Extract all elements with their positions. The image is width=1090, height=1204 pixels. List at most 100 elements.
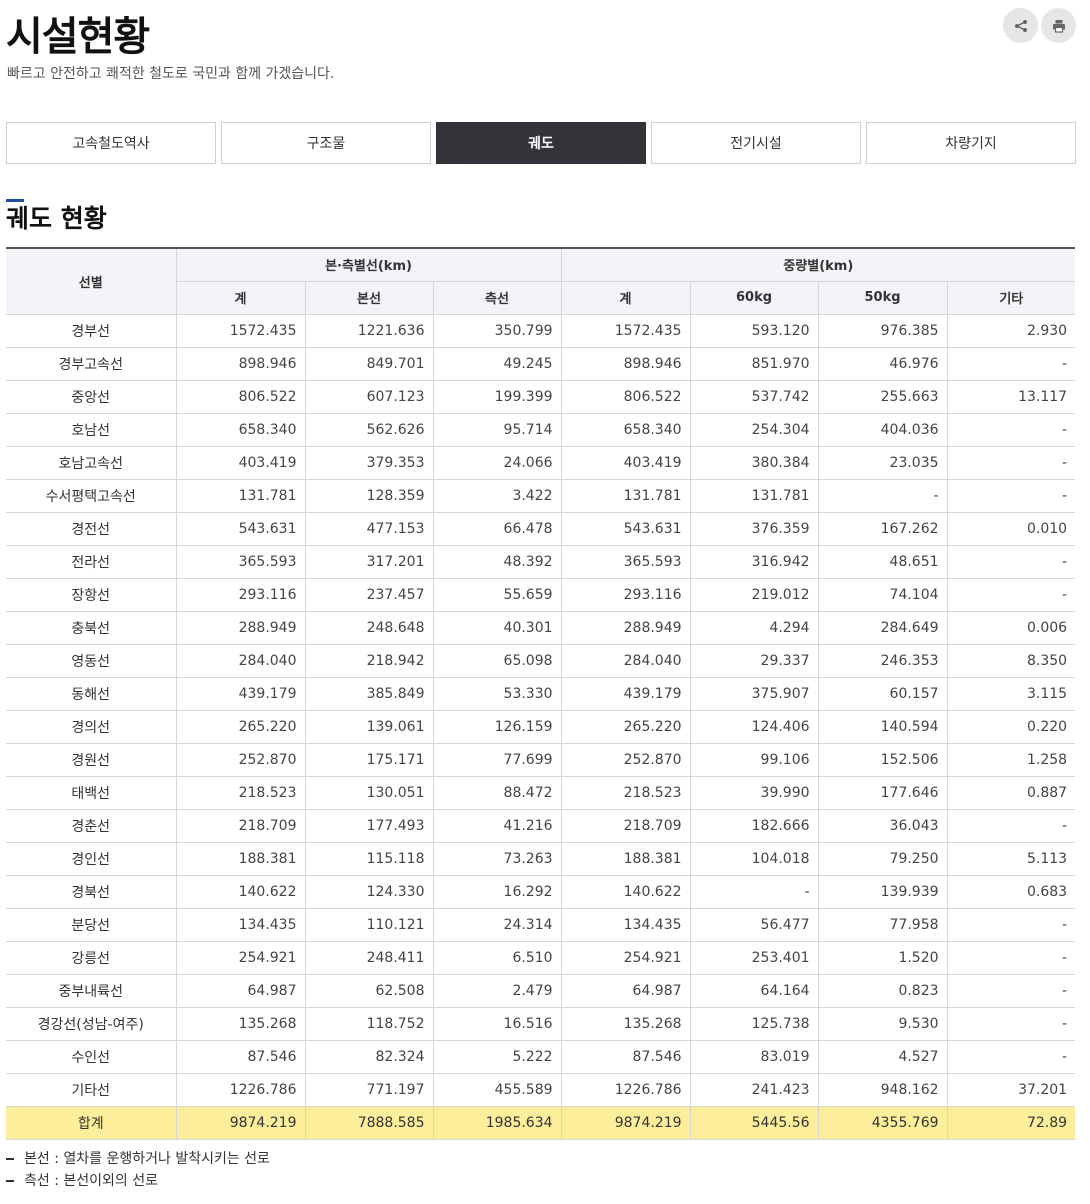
cell-line-name: 수서평택고속선 <box>6 478 177 513</box>
cell-side-length: 3.422 <box>432 478 562 513</box>
cell-main-length: 379.353 <box>304 445 434 480</box>
cell-total-weight: 284.040 <box>560 643 691 678</box>
cell-total-weight: 543.631 <box>560 511 691 546</box>
header-main: 본선 <box>304 280 434 315</box>
tab-structure[interactable]: 구조물 <box>221 122 431 164</box>
table-row: 경의선 265.220 139.061 126.159 265.220 124.406 14… <box>6 709 1076 744</box>
cell-total-length: 543.631 <box>175 511 306 546</box>
section-title: 궤도 현황 <box>6 204 107 233</box>
cell-length-50kg: 60.157 <box>817 676 948 711</box>
total-length-60kg: 5445.56 <box>689 1105 819 1140</box>
cell-total-length: 898.946 <box>175 346 306 381</box>
cell-total-length: 135.268 <box>175 1006 306 1041</box>
header-side: 측선 <box>432 280 562 315</box>
cell-length-other: 2.930 <box>946 313 1076 348</box>
cell-length-60kg: - <box>689 874 819 909</box>
table-row: 중앙선 806.522 607.123 199.399 806.522 537.742 25… <box>6 379 1076 414</box>
cell-line-name: 경원선 <box>6 742 177 777</box>
cell-main-length: 218.942 <box>304 643 434 678</box>
cell-length-other: - <box>946 808 1076 843</box>
cell-main-length: 562.626 <box>304 412 434 447</box>
cell-length-50kg: 0.823 <box>817 973 948 1008</box>
cell-main-length: 248.411 <box>304 940 434 975</box>
cell-line-name: 중앙선 <box>6 379 177 414</box>
cell-main-length: 1221.636 <box>304 313 434 348</box>
table-row: 분당선 134.435 110.121 24.314 134.435 56.477 77.9… <box>6 907 1076 942</box>
cell-total-weight: 265.220 <box>560 709 691 744</box>
cell-length-50kg: 976.385 <box>817 313 948 348</box>
cell-line-name: 경부고속선 <box>6 346 177 381</box>
cell-length-other: 1.258 <box>946 742 1076 777</box>
cell-side-length: 5.222 <box>432 1039 562 1074</box>
cell-line-name: 태백선 <box>6 775 177 810</box>
cell-total-length: 188.381 <box>175 841 306 876</box>
table-row: 장항선 293.116 237.457 55.659 293.116 219.012 74.… <box>6 577 1076 612</box>
cell-total-weight: 87.546 <box>560 1039 691 1074</box>
cell-total-length: 806.522 <box>175 379 306 414</box>
cell-total-weight: 439.179 <box>560 676 691 711</box>
cell-total-weight: 365.593 <box>560 544 691 579</box>
table-row: 호남고속선 403.419 379.353 24.066 403.419 380.384 2… <box>6 445 1076 480</box>
cell-side-length: 126.159 <box>432 709 562 744</box>
header-50kg: 50kg <box>817 280 948 315</box>
table-row: 수인선 87.546 82.324 5.222 87.546 83.019 4.527- <box>6 1039 1076 1074</box>
cell-length-50kg: 404.036 <box>817 412 948 447</box>
cell-line-name: 경인선 <box>6 841 177 876</box>
cell-length-50kg: 4.527 <box>817 1039 948 1074</box>
tab-station[interactable]: 고속철도역사 <box>6 122 216 164</box>
cell-length-60kg: 125.738 <box>689 1006 819 1041</box>
cell-side-length: 6.510 <box>432 940 562 975</box>
cell-length-60kg: 380.384 <box>689 445 819 480</box>
cell-length-50kg: 948.162 <box>817 1072 948 1107</box>
cell-side-length: 40.301 <box>432 610 562 645</box>
cell-side-length: 2.479 <box>432 973 562 1008</box>
cell-length-50kg: 255.663 <box>817 379 948 414</box>
cell-length-other: - <box>946 577 1076 612</box>
cell-side-length: 73.263 <box>432 841 562 876</box>
cell-line-name: 호남고속선 <box>6 445 177 480</box>
cell-line-name: 경강선(성남-여주) <box>6 1006 177 1041</box>
table-row: 경춘선 218.709 177.493 41.216 218.709 182.666 36.… <box>6 808 1076 843</box>
tab-electric[interactable]: 전기시설 <box>651 122 861 164</box>
cell-length-60kg: 182.666 <box>689 808 819 843</box>
cell-length-60kg: 219.012 <box>689 577 819 612</box>
cell-total-weight: 293.116 <box>560 577 691 612</box>
share-button[interactable] <box>1003 8 1038 43</box>
cell-main-length: 177.493 <box>304 808 434 843</box>
cell-total-length: 1226.786 <box>175 1072 306 1107</box>
tab-depot[interactable]: 차량기지 <box>866 122 1076 164</box>
cell-length-60kg: 124.406 <box>689 709 819 744</box>
cell-length-other: 37.201 <box>946 1072 1076 1107</box>
cell-total-weight: 131.781 <box>560 478 691 513</box>
cell-side-length: 199.399 <box>432 379 562 414</box>
cell-length-other: - <box>946 973 1076 1008</box>
cell-line-name: 강릉선 <box>6 940 177 975</box>
header-60kg: 60kg <box>689 280 819 315</box>
cell-side-length: 95.714 <box>432 412 562 447</box>
cell-main-length: 139.061 <box>304 709 434 744</box>
cell-total-weight: 64.987 <box>560 973 691 1008</box>
table-row: 충북선 288.949 248.648 40.301 288.949 4.294 284.6… <box>6 610 1076 645</box>
cell-length-other: 3.115 <box>946 676 1076 711</box>
cell-side-length: 16.516 <box>432 1006 562 1041</box>
cell-length-60kg: 254.304 <box>689 412 819 447</box>
tab-track[interactable]: 궤도 <box>436 122 646 164</box>
total-length-other: 72.89 <box>946 1105 1076 1140</box>
cell-total-weight: 254.921 <box>560 940 691 975</box>
cell-length-other: - <box>946 544 1076 579</box>
table-row: 호남선 658.340 562.626 95.714 658.340 254.304 404… <box>6 412 1076 447</box>
cell-total-weight: 140.622 <box>560 874 691 909</box>
cell-length-other: - <box>946 1039 1076 1074</box>
cell-total-length: 140.622 <box>175 874 306 909</box>
total-side-length: 1985.634 <box>432 1105 562 1140</box>
cell-side-length: 24.314 <box>432 907 562 942</box>
table-row: 경강선(성남-여주) 135.268 118.752 16.516 135.268 125… <box>6 1006 1076 1041</box>
note-text: 측선 : 본선이외의 선로 <box>24 1173 158 1189</box>
cell-total-length: 293.116 <box>175 577 306 612</box>
cell-total-length: 218.709 <box>175 808 306 843</box>
print-button[interactable] <box>1041 8 1076 43</box>
cell-side-length: 16.292 <box>432 874 562 909</box>
header-group-weight: 중량별(km) <box>560 248 1076 282</box>
cell-length-60kg: 253.401 <box>689 940 819 975</box>
cell-main-length: 62.508 <box>304 973 434 1008</box>
